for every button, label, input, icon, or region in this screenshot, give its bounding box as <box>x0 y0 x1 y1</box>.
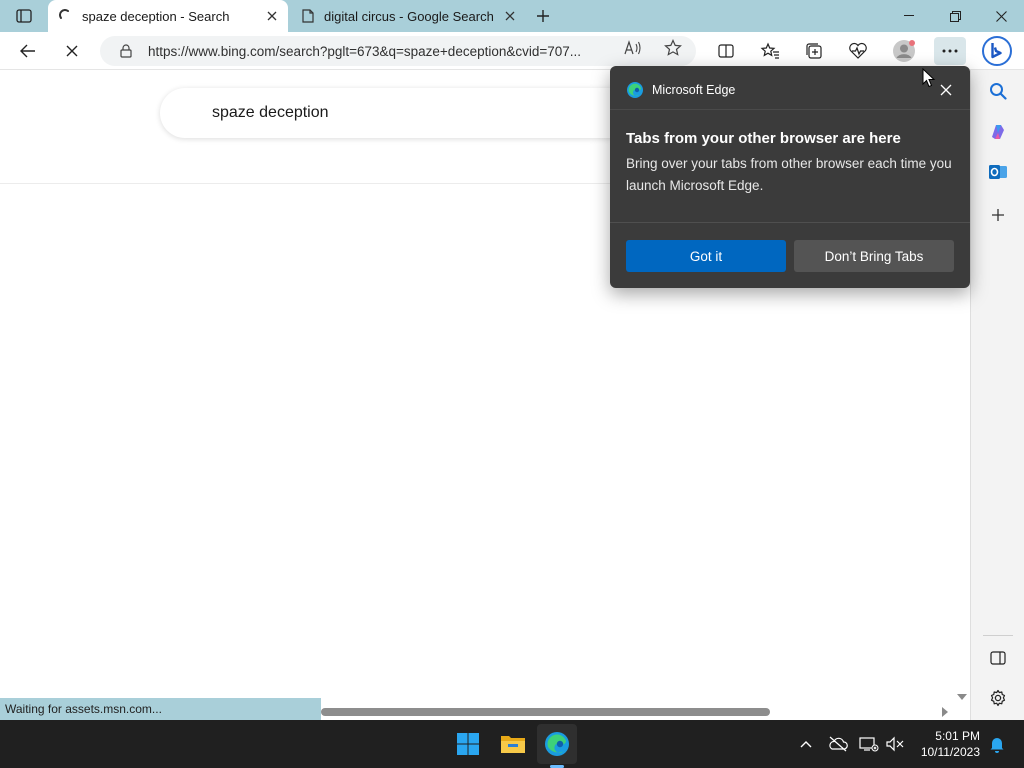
settings-and-more-button[interactable] <box>934 37 966 65</box>
got-it-button[interactable]: Got it <box>626 240 786 272</box>
network-icon[interactable] <box>859 734 879 754</box>
favorite-star-icon[interactable] <box>662 37 684 59</box>
scroll-right-arrow-icon[interactable] <box>940 706 950 718</box>
edge-logo-icon <box>627 82 643 98</box>
stop-loading-button[interactable] <box>58 37 86 65</box>
back-button[interactable] <box>14 37 42 65</box>
tab-title: digital circus - Google Search <box>324 8 494 24</box>
status-bar: Waiting for assets.msn.com... <box>0 698 321 720</box>
minimize-button[interactable] <box>886 0 932 32</box>
profile-avatar-icon[interactable] <box>890 37 918 65</box>
popup-title: Tabs from your other browser are here <box>626 130 901 147</box>
bring-tabs-popup: Microsoft Edge Tabs from your other brow… <box>610 66 970 288</box>
edge-sidebar <box>970 70 1024 720</box>
search-icon[interactable] <box>986 79 1010 103</box>
scroll-down-arrow-icon[interactable] <box>956 692 968 702</box>
tab-actions-menu-icon[interactable] <box>10 6 38 26</box>
status-text: Waiting for assets.msn.com... <box>5 702 162 716</box>
popup-divider <box>610 109 970 110</box>
popup-header: Microsoft Edge <box>626 80 735 100</box>
sidebar-settings-gear-icon[interactable] <box>986 686 1010 710</box>
add-sidebar-app-icon[interactable] <box>986 203 1010 227</box>
browser-essentials-icon[interactable] <box>844 37 872 65</box>
favorites-icon[interactable] <box>756 37 784 65</box>
popup-body: Bring over your tabs from other browser … <box>626 156 952 193</box>
page-icon <box>300 8 316 24</box>
sidebar-divider <box>983 635 1013 636</box>
restore-button[interactable] <box>932 0 978 32</box>
popup-app-name: Microsoft Edge <box>652 83 736 97</box>
show-hidden-icons-chevron-icon[interactable] <box>796 734 816 754</box>
notifications-bell-icon[interactable] <box>987 734 1007 754</box>
close-tab-icon[interactable] <box>500 6 520 26</box>
loading-spinner-icon <box>58 8 74 24</box>
mouse-cursor-icon <box>922 68 936 88</box>
browser-toolbar: https://www.bing.com/search?pglt=673&q=s… <box>0 32 1024 70</box>
new-tab-button[interactable] <box>532 5 554 27</box>
volume-muted-icon[interactable] <box>885 734 905 754</box>
split-screen-icon[interactable] <box>712 37 740 65</box>
outlook-icon[interactable] <box>986 160 1010 184</box>
horizontal-scrollbar[interactable] <box>321 708 770 716</box>
address-bar[interactable]: https://www.bing.com/search?pglt=673&q=s… <box>100 36 696 66</box>
clock-date: 10/11/2023 <box>920 745 980 759</box>
address-url[interactable]: https://www.bing.com/search?pglt=673&q=s… <box>148 44 608 59</box>
close-tab-icon[interactable] <box>262 6 282 26</box>
file-explorer-icon[interactable] <box>493 724 533 764</box>
bing-copilot-button[interactable] <box>981 35 1013 67</box>
hide-sidebar-icon[interactable] <box>986 646 1010 670</box>
tab-spaze-deception[interactable]: spaze deception - Search <box>48 0 288 32</box>
read-aloud-icon[interactable] <box>622 37 644 59</box>
onedrive-offline-icon[interactable] <box>828 734 848 754</box>
windows-start-icon[interactable] <box>448 724 488 764</box>
close-window-button[interactable] <box>978 0 1024 32</box>
tab-strip: spaze deception - Search digital circus … <box>0 0 1024 32</box>
close-popup-icon[interactable] <box>936 80 956 100</box>
tab-digital-circus[interactable]: digital circus - Google Search <box>290 0 526 32</box>
collections-icon[interactable] <box>800 37 828 65</box>
popup-divider <box>610 222 970 223</box>
tab-title: spaze deception - Search <box>82 8 230 24</box>
search-query-text[interactable]: spaze deception <box>212 104 329 122</box>
taskbar: 5:01 PM 10/11/2023 <box>0 720 1024 768</box>
edge-taskbar-icon[interactable] <box>537 724 577 764</box>
bing-search-box[interactable]: spaze deception <box>160 88 640 138</box>
lock-icon[interactable] <box>118 43 134 59</box>
taskbar-clock[interactable]: 5:01 PM 10/11/2023 <box>914 728 980 760</box>
clock-time: 5:01 PM <box>935 729 980 743</box>
dont-bring-tabs-button[interactable]: Don’t Bring Tabs <box>794 240 954 272</box>
copilot-icon[interactable] <box>986 120 1010 144</box>
